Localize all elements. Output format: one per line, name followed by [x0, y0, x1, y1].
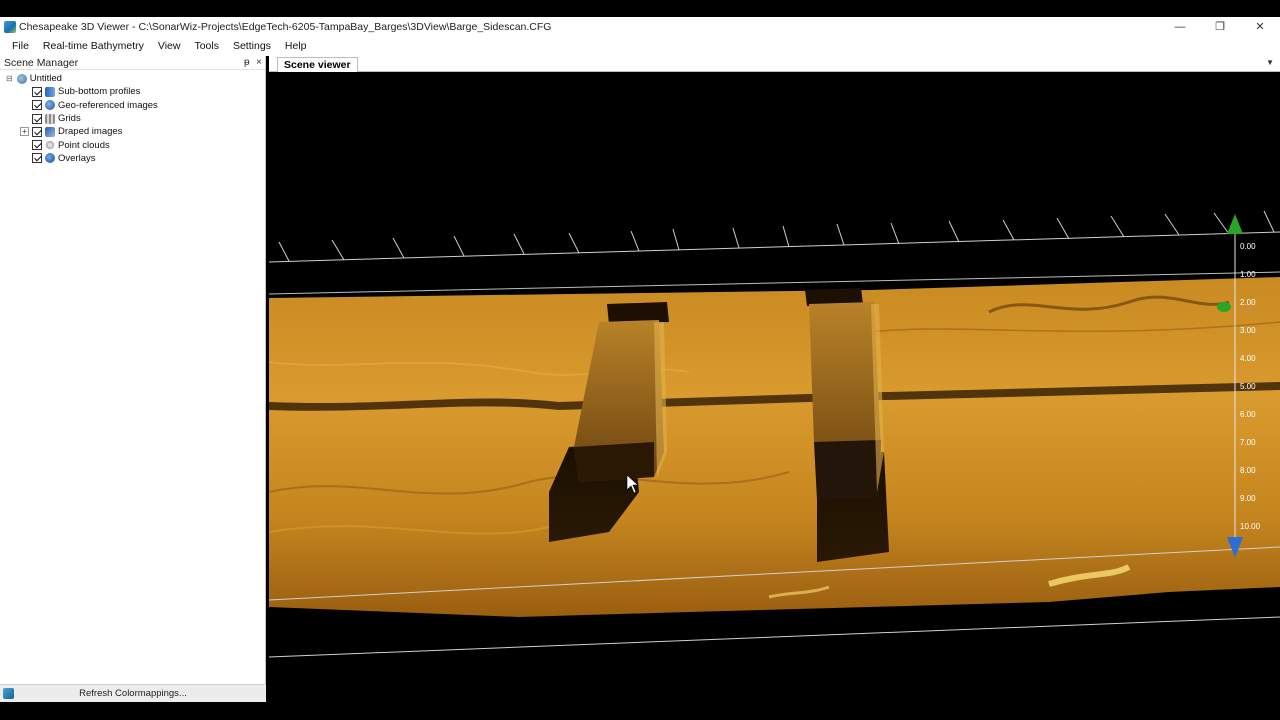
menu-tools[interactable]: Tools	[187, 36, 226, 56]
close-button[interactable]: ✕	[1240, 17, 1280, 36]
checkbox-overlays[interactable]	[32, 153, 42, 164]
tab-scene-viewer[interactable]: Scene viewer	[277, 57, 358, 72]
overlay-icon	[45, 153, 55, 164]
scene-root-icon	[16, 73, 27, 84]
refresh-colormappings-button[interactable]: Refresh Colormappings...	[0, 688, 266, 699]
tree-item-overlays[interactable]: Overlays	[0, 152, 265, 165]
tree-root-label: Untitled	[29, 73, 62, 85]
depth-tick-label: 2.00	[1240, 298, 1256, 307]
minimize-button[interactable]: —	[1160, 17, 1200, 36]
tree-root-untitled[interactable]: ⊟ Untitled	[0, 72, 265, 85]
depth-tick-label: 5.00	[1240, 382, 1256, 391]
tree-item-grids[interactable]: Grids	[0, 112, 265, 125]
expand-icon[interactable]: +	[20, 127, 29, 137]
app-icon	[4, 20, 16, 33]
axis-line-top	[269, 231, 1280, 263]
menu-file[interactable]: File	[5, 36, 36, 56]
tree-item-point-clouds[interactable]: Point clouds	[0, 138, 265, 151]
collapse-icon[interactable]: ⊟	[6, 74, 13, 83]
tree-item-label: Overlays	[58, 152, 96, 164]
point-cloud-icon	[45, 140, 55, 151]
title-bar: Chesapeake 3D Viewer - C:\SonarWiz-Proje…	[0, 17, 1280, 36]
drape-icon	[45, 126, 55, 137]
depth-tick-label: 7.00	[1240, 438, 1256, 447]
checkbox-draped-images[interactable]	[32, 126, 42, 137]
axis-ticks	[278, 210, 1275, 262]
bottom-edge	[0, 702, 1280, 720]
depth-tick-label: 3.00	[1240, 326, 1256, 335]
tree-item-label: Geo-referenced images	[58, 99, 158, 111]
depth-tick-label: 6.00	[1240, 410, 1256, 419]
checkbox-point-clouds[interactable]	[32, 140, 42, 151]
scene-manager-header: Scene Manager ᵽ ×	[0, 56, 265, 70]
tab-dropdown-icon[interactable]: ▼	[1266, 58, 1274, 67]
menu-realtime-bathymetry[interactable]: Real-time Bathymetry	[36, 36, 151, 56]
scene-manager-panel: Scene Manager ᵽ × ⊟ Untitled Sub-bottom …	[0, 56, 266, 702]
checkbox-geo-referenced-images[interactable]	[32, 100, 42, 111]
grid-icon	[45, 113, 55, 124]
depth-tick-label: 10.00	[1240, 522, 1261, 531]
depth-tick-label: 0.00	[1240, 242, 1256, 251]
scene-tree: ⊟ Untitled Sub-bottom profiles Geo-refer…	[0, 70, 265, 165]
menu-settings[interactable]: Settings	[226, 36, 278, 56]
pin-icon[interactable]: ᵽ	[244, 56, 250, 69]
scene-manager-title: Scene Manager	[4, 56, 79, 69]
profile-icon	[45, 86, 55, 97]
depth-tick-label: 8.00	[1240, 466, 1256, 475]
tree-item-label: Grids	[58, 113, 81, 125]
checkbox-grids[interactable]	[32, 113, 42, 124]
window-title: Chesapeake 3D Viewer - C:\SonarWiz-Proje…	[19, 20, 552, 33]
tree-item-label: Draped images	[58, 126, 123, 138]
globe-icon	[45, 100, 55, 111]
tree-item-geo-referenced-images[interactable]: Geo-referenced images	[0, 99, 265, 112]
app-window: Chesapeake 3D Viewer - C:\SonarWiz-Proje…	[0, 0, 1280, 720]
depth-top-marker	[1227, 214, 1243, 234]
maximize-button[interactable]: ❐	[1200, 17, 1240, 36]
depth-tick-label: 4.00	[1240, 354, 1256, 363]
menu-help[interactable]: Help	[278, 36, 314, 56]
depth-tick-label: 1.00	[1240, 270, 1256, 279]
tree-item-label: Point clouds	[58, 139, 110, 151]
sonar-3d-render	[269, 210, 1280, 658]
refresh-colormappings-bar: Refresh Colormappings...	[0, 684, 266, 702]
tree-item-sub-bottom-profiles[interactable]: Sub-bottom profiles	[0, 85, 265, 98]
menu-view[interactable]: View	[151, 36, 188, 56]
menu-bar: File Real-time Bathymetry View Tools Set…	[0, 36, 1280, 56]
tree-item-label: Sub-bottom profiles	[58, 86, 141, 98]
panel-close-icon[interactable]: ×	[256, 56, 262, 69]
scene-viewer-tabstrip: Scene viewer ▼	[269, 56, 1280, 72]
depth-position-marker	[1217, 302, 1231, 312]
scene-viewport[interactable]: 0.00 1.00 2.00 3.00 4.00 5.00 6.00 7.00 …	[269, 72, 1280, 702]
checkbox-sub-bottom-profiles[interactable]	[32, 86, 42, 97]
tree-item-draped-images[interactable]: + Draped images	[0, 125, 265, 138]
depth-tick-label: 9.00	[1240, 494, 1256, 503]
boundary-line-bottom	[269, 616, 1280, 658]
